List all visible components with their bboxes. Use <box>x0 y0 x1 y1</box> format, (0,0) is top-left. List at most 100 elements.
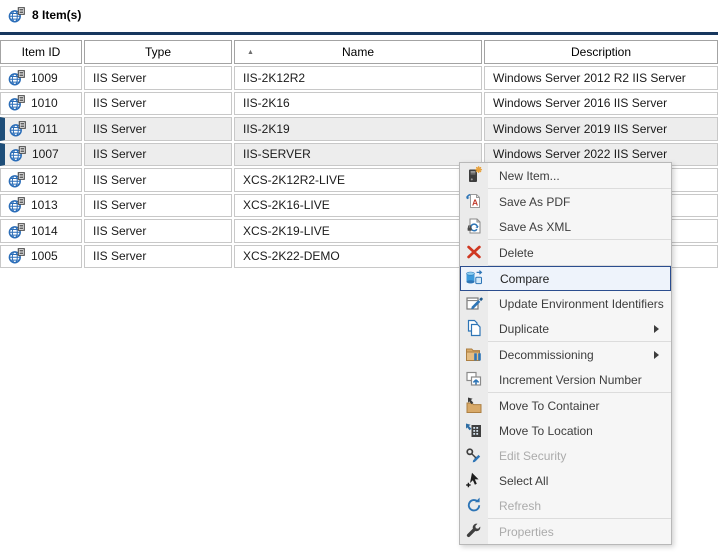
table-row[interactable]: 1010 IIS Server IIS-2K16 Windows Server 201… <box>0 91 718 115</box>
cell-item-id[interactable]: 1007 <box>0 142 82 166</box>
increment-version-icon <box>465 370 483 388</box>
cell-name[interactable]: IIS-2K19 <box>234 117 482 141</box>
cell-text: IIS Server <box>93 172 147 187</box>
cell-text: Windows Server 2019 IIS Server <box>493 121 668 136</box>
compare-icon <box>465 269 483 287</box>
cell-type[interactable]: IIS Server <box>84 244 232 268</box>
cell-text: Windows Server 2016 IIS Server <box>493 96 668 111</box>
globe-server-icon <box>9 146 26 162</box>
menu-item-move-to-location[interactable]: Move To Location <box>460 418 671 443</box>
application-window: 8 Item(s) Item ID Type ▲ Name Description 10… <box>0 0 718 555</box>
cell-name[interactable]: XCS-2K16-LIVE <box>234 193 482 217</box>
menu-item-select-all[interactable]: Select All <box>460 468 671 493</box>
menu-item-label: Select All <box>499 473 549 488</box>
move-to-container-icon <box>465 396 483 414</box>
cell-text: IIS-SERVER <box>243 147 311 162</box>
menu-item-compare[interactable]: Compare <box>460 266 671 291</box>
menu-item-label: Move To Location <box>499 423 593 438</box>
cell-type[interactable]: IIS Server <box>84 168 232 192</box>
cell-name[interactable]: IIS-SERVER <box>234 142 482 166</box>
column-header-label: Name <box>341 45 374 59</box>
menu-item-properties[interactable]: Properties <box>460 519 671 544</box>
delete-icon <box>465 243 483 261</box>
column-header-item-id[interactable]: Item ID <box>0 40 82 64</box>
cell-text: 1012 <box>31 172 58 187</box>
cell-item-id[interactable]: 1012 <box>0 168 82 192</box>
cell-name[interactable]: XCS-2K12R2-LIVE <box>234 168 482 192</box>
menu-item-new-item[interactable]: New Item... <box>460 163 671 188</box>
menu-item-delete[interactable]: Delete <box>460 240 671 265</box>
menu-item-label: Update Environment Identifiers <box>499 296 664 311</box>
cell-text: 1011 <box>32 121 58 136</box>
menu-item-update-environment-identifiers[interactable]: Update Environment Identifiers <box>460 291 671 316</box>
cell-type[interactable]: IIS Server <box>84 219 232 243</box>
menu-item-increment-version-number[interactable]: Increment Version Number <box>460 367 671 392</box>
cell-text: IIS Server <box>93 198 147 213</box>
decommissioning-icon <box>465 345 483 363</box>
globe-server-icon <box>8 197 25 213</box>
update-environment-icon <box>465 294 483 312</box>
menu-item-edit-security[interactable]: Edit Security <box>460 443 671 468</box>
sort-ascending-icon: ▲ <box>247 49 254 56</box>
menu-item-save-as-xml[interactable]: Save As XML <box>460 214 671 239</box>
column-header-label: Type <box>144 45 171 59</box>
cell-name[interactable]: IIS-2K12R2 <box>234 66 482 90</box>
cell-text: IIS Server <box>93 249 147 264</box>
cell-text: 1010 <box>31 96 58 111</box>
cell-item-id[interactable]: 1013 <box>0 193 82 217</box>
menu-item-decommissioning[interactable]: Decommissioning <box>460 342 671 367</box>
refresh-icon <box>465 496 483 514</box>
cell-type[interactable]: IIS Server <box>84 91 232 115</box>
cell-description[interactable]: Windows Server 2016 IIS Server <box>484 91 718 115</box>
column-header-label: Item ID <box>21 45 61 59</box>
cell-description[interactable]: Windows Server 2012 R2 IIS Server <box>484 66 718 90</box>
globe-server-icon <box>8 7 25 23</box>
menu-item-label: Increment Version Number <box>499 372 642 387</box>
column-header-type[interactable]: Type <box>84 40 232 64</box>
menu-item-label: Save As XML <box>499 219 572 234</box>
cell-name[interactable]: IIS-2K16 <box>234 91 482 115</box>
cell-text: XCS-2K22-DEMO <box>243 249 340 264</box>
cell-text: 1009 <box>31 70 58 85</box>
menu-item-label: New Item... <box>499 168 560 183</box>
cell-item-id[interactable]: 1011 <box>0 117 82 141</box>
cell-text: IIS Server <box>93 223 147 238</box>
cell-item-id[interactable]: 1010 <box>0 91 82 115</box>
table-header-row: Item ID Type ▲ Name Description <box>0 40 718 64</box>
menu-item-label: Properties <box>499 524 554 539</box>
cell-name[interactable]: XCS-2K22-DEMO <box>234 244 482 268</box>
globe-server-icon <box>8 69 25 86</box>
cell-text: XCS-2K19-LIVE <box>243 223 330 238</box>
cell-text: 1014 <box>31 223 58 238</box>
cell-text: IIS Server <box>93 147 147 162</box>
menu-item-move-to-container[interactable]: Move To Container <box>460 393 671 418</box>
menu-item-label: Decommissioning <box>499 347 594 362</box>
cell-item-id[interactable]: 1005 <box>0 244 82 268</box>
cell-text: 1007 <box>32 147 59 162</box>
cell-type[interactable]: IIS Server <box>84 117 232 141</box>
cell-item-id[interactable]: 1009 <box>0 66 82 90</box>
context-menu: New Item... A Save As PDF Save As XML Delete… <box>459 162 672 545</box>
cell-text: XCS-2K16-LIVE <box>243 198 330 213</box>
cell-type[interactable]: IIS Server <box>84 142 232 166</box>
cell-item-id[interactable]: 1014 <box>0 219 82 243</box>
menu-item-label: Save As PDF <box>499 194 571 209</box>
cell-text: IIS-2K19 <box>243 121 290 136</box>
edit-security-icon <box>465 446 483 464</box>
menu-item-duplicate[interactable]: Duplicate <box>460 316 671 341</box>
table-row[interactable]: 1009 IIS Server IIS-2K12R2 Windows Server 2… <box>0 66 718 90</box>
cell-name[interactable]: XCS-2K19-LIVE <box>234 219 482 243</box>
cell-text: XCS-2K12R2-LIVE <box>243 172 346 187</box>
menu-item-save-as-pdf[interactable]: A Save As PDF <box>460 189 671 214</box>
column-header-name[interactable]: ▲ Name <box>234 40 482 64</box>
items-count-header: 8 Item(s) <box>8 7 81 23</box>
column-header-description[interactable]: Description <box>484 40 718 64</box>
duplicate-icon <box>465 319 483 337</box>
globe-server-icon <box>8 222 25 239</box>
table-row[interactable]: 1011 IIS Server IIS-2K19 Windows Server 201… <box>0 117 718 141</box>
cell-type[interactable]: IIS Server <box>84 193 232 217</box>
cell-text: Windows Server 2022 IIS Server <box>493 147 668 162</box>
menu-item-refresh[interactable]: Refresh <box>460 493 671 518</box>
cell-type[interactable]: IIS Server <box>84 66 232 90</box>
cell-description[interactable]: Windows Server 2019 IIS Server <box>484 117 718 141</box>
